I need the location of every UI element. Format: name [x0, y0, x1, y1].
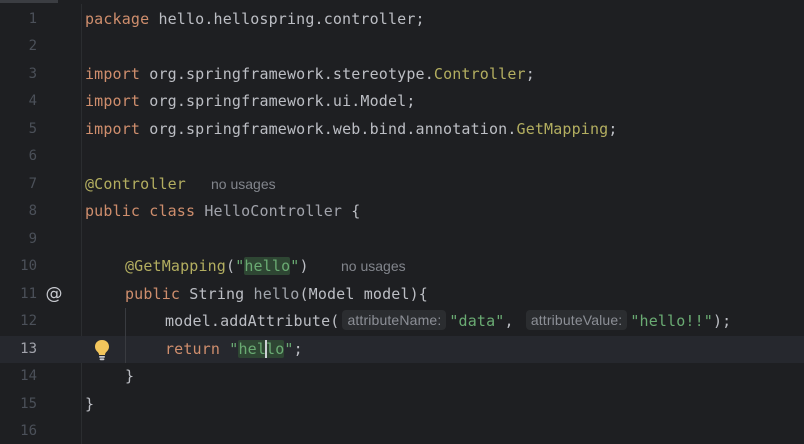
parameters: (Model model){	[299, 285, 428, 303]
code-text[interactable]: import org.springframework.stereotype.Co…	[85, 61, 535, 88]
paren: )	[299, 257, 309, 275]
line-number[interactable]: 4	[0, 88, 37, 115]
line-number[interactable]: 6	[0, 143, 37, 170]
paren: (	[226, 257, 236, 275]
code-line-6[interactable]: 6	[0, 143, 804, 170]
line-number[interactable]: 8	[0, 198, 37, 225]
semicolon: ;	[293, 340, 303, 358]
code-line-10[interactable]: 10 @GetMapping("hello") no usages	[0, 253, 804, 280]
line-number[interactable]: 7	[0, 171, 37, 198]
code-line-5[interactable]: 5 import org.springframework.web.bind.an…	[0, 116, 804, 143]
code-text[interactable]: import org.springframework.web.bind.anno…	[85, 116, 618, 143]
string-literal: "data"	[449, 312, 505, 330]
text-caret	[265, 339, 268, 358]
semicolon: ;	[608, 120, 618, 138]
line-number[interactable]: 16	[0, 418, 37, 444]
paren-semicolon: );	[712, 312, 732, 330]
string-literal: "hello!!"	[630, 312, 713, 330]
implemented-at-icon[interactable]: @	[44, 284, 64, 304]
line-number[interactable]: 5	[0, 116, 37, 143]
line-number[interactable]: 13	[0, 336, 37, 363]
editor-tab-strip	[0, 0, 804, 4]
code-line-3[interactable]: 3 import org.springframework.stereotype.…	[0, 61, 804, 88]
line-number[interactable]: 1	[0, 6, 37, 33]
code-line-1[interactable]: 1 package hello.hellospring.controller;	[0, 6, 804, 33]
line-number[interactable]: 15	[0, 391, 37, 418]
no-usages-hint[interactable]: no usages	[341, 253, 406, 280]
comma: ,	[504, 312, 514, 330]
string-part: hel	[238, 340, 267, 358]
keyword: import	[85, 92, 141, 110]
import-class: Controller	[433, 65, 526, 83]
code-line-14[interactable]: 14 }	[0, 363, 804, 390]
code-line-2[interactable]: 2	[0, 33, 804, 60]
string-literal: hello	[244, 257, 291, 275]
code-line-12[interactable]: 12 model.addAttribute(attributeName: "dat…	[0, 308, 804, 335]
code-text[interactable]: package hello.hellospring.controller;	[85, 6, 425, 33]
indent-guide	[125, 308, 126, 363]
code-text[interactable]: import org.springframework.ui.Model;	[85, 88, 416, 115]
code-line-8[interactable]: 8 public class HelloController {	[0, 198, 804, 225]
code-text[interactable]: }	[125, 363, 134, 390]
parameter-hint[interactable]: attributeValue:	[525, 310, 628, 330]
import-path: org.springframework.ui.Model;	[140, 92, 416, 110]
package-name: hello.hellospring.controller;	[149, 10, 425, 28]
no-usages-hint[interactable]: no usages	[211, 171, 276, 198]
code-line-4[interactable]: 4 import org.springframework.ui.Model;	[0, 88, 804, 115]
keyword: package	[85, 10, 150, 28]
code-line-16[interactable]: 16	[0, 418, 804, 444]
keyword: import	[85, 65, 141, 83]
code-text[interactable]: }	[85, 391, 94, 418]
code-line-15[interactable]: 15 }	[0, 391, 804, 418]
keyword: public class	[85, 202, 196, 220]
line-number[interactable]: 10	[0, 253, 37, 280]
line-number[interactable]: 11	[0, 281, 37, 308]
annotation: @GetMapping	[125, 257, 226, 275]
import-path: org.springframework.web.bind.annotation.	[140, 120, 517, 138]
code-text[interactable]: @Controller	[85, 171, 186, 198]
class-name: HelloController	[204, 202, 343, 220]
line-number[interactable]: 3	[0, 61, 37, 88]
code-text[interactable]: return "hello";	[165, 336, 303, 363]
line-number[interactable]: 12	[0, 308, 37, 335]
closing-brace: }	[125, 367, 135, 385]
keyword: import	[85, 120, 141, 138]
import-class: GetMapping	[516, 120, 609, 138]
lightbulb-icon[interactable]	[93, 339, 111, 361]
parameter-hint[interactable]: attributeName:	[342, 310, 447, 330]
method-call: model.addAttribute(	[165, 312, 340, 330]
code-text[interactable]: public class HelloController {	[85, 198, 360, 225]
string-part: lo	[266, 340, 285, 358]
closing-brace: }	[85, 395, 95, 413]
code-text[interactable]: model.addAttribute(attributeName: "data",…	[165, 308, 731, 335]
code-text[interactable]: public String hello(Model model){	[125, 281, 428, 308]
code-line-11[interactable]: 11 public String hello(Model model){	[0, 281, 804, 308]
import-path: org.springframework.stereotype.	[140, 65, 434, 83]
code-line-7[interactable]: 7 @Controller no usages	[0, 171, 804, 198]
brace: {	[342, 202, 361, 220]
keyword: return	[165, 340, 221, 358]
line-number[interactable]: 9	[0, 226, 37, 253]
method-name: hello	[253, 285, 300, 303]
active-tab-indicator	[0, 0, 58, 3]
string-quote: "	[235, 257, 245, 275]
keyword: public	[125, 285, 181, 303]
string-quote: "	[284, 340, 294, 358]
code-line-9[interactable]: 9	[0, 226, 804, 253]
line-number[interactable]: 2	[0, 33, 37, 60]
string-quote: "	[220, 340, 239, 358]
line-number[interactable]: 14	[0, 363, 37, 390]
string-literal: hello	[238, 339, 285, 358]
annotation: @Controller	[85, 175, 186, 193]
semicolon: ;	[525, 65, 535, 83]
code-line-13[interactable]: 13 return "hello";	[0, 336, 804, 363]
code-text[interactable]: @GetMapping("hello")	[125, 253, 309, 280]
return-type: String	[180, 285, 254, 303]
